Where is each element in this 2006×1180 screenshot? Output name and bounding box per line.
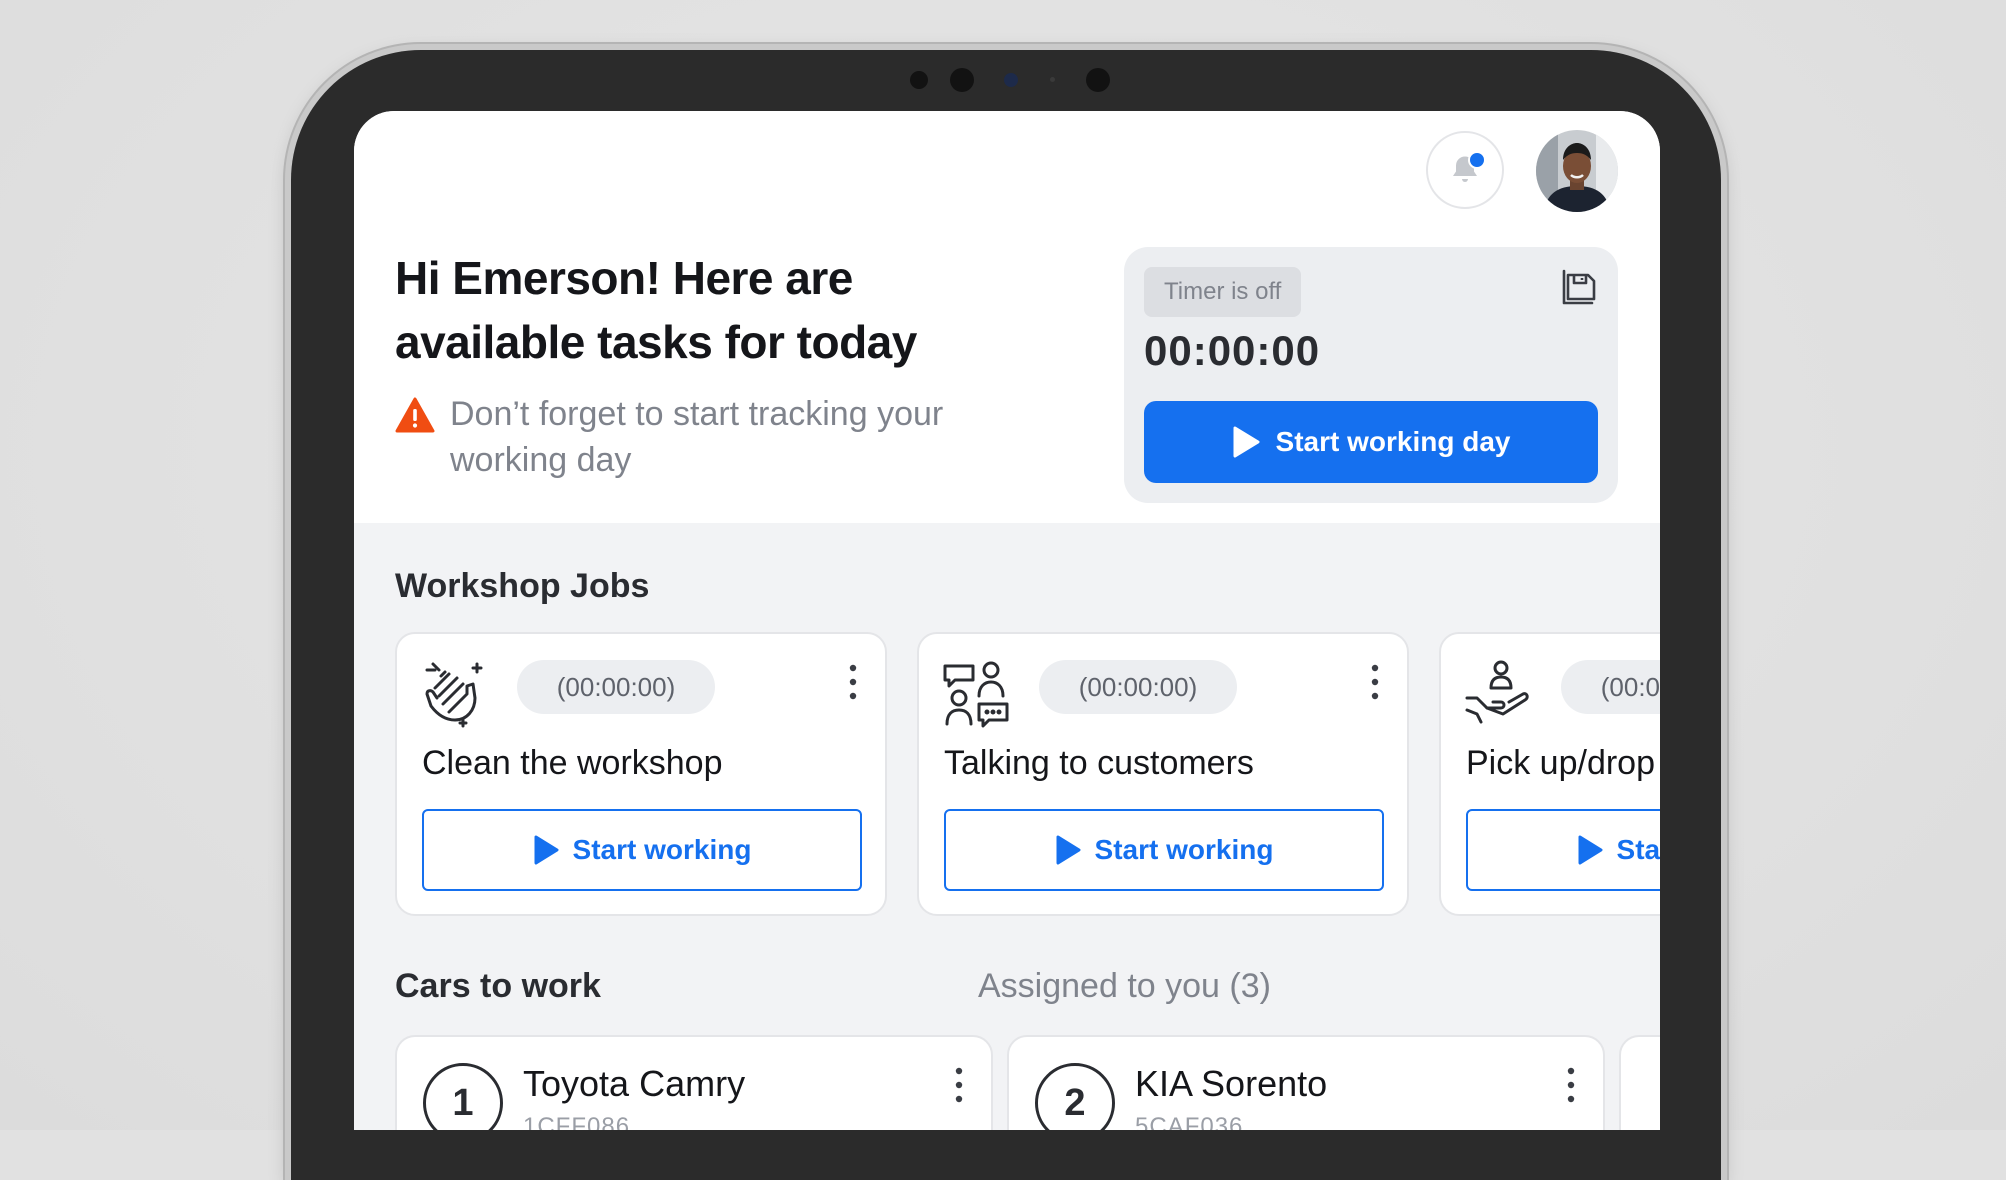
warning-triangle-icon	[395, 397, 435, 433]
save-icon[interactable]	[1562, 267, 1600, 305]
notifications-button[interactable]	[1426, 131, 1504, 209]
timer-value: 00:00:00	[1144, 327, 1321, 374]
more-options-icon[interactable]	[841, 662, 865, 702]
job-timer: (00:00:00)	[1561, 660, 1660, 714]
avatar-image	[1536, 130, 1618, 212]
start-working-label: Start working	[1094, 834, 1274, 865]
camera-sensor	[910, 71, 928, 89]
car-card[interactable]	[1619, 1035, 1660, 1130]
camera-lens	[1004, 73, 1018, 87]
car-card[interactable]: 1 Toyota Camry 1CFF086	[395, 1035, 993, 1130]
car-card[interactable]: 2 KIA Sorento 5CAF036	[1007, 1035, 1605, 1130]
job-card: (00:00:00) Pick up/drop off Start workin…	[1439, 632, 1660, 916]
more-options-icon[interactable]	[947, 1065, 971, 1105]
notification-dot	[1468, 151, 1486, 169]
car-name: KIA Sorento	[1135, 1063, 1328, 1104]
camera-sensor	[1050, 77, 1055, 82]
user-avatar[interactable]	[1536, 130, 1618, 212]
start-working-label: Start working	[1616, 834, 1660, 865]
more-options-icon[interactable]	[1559, 1065, 1583, 1105]
play-icon	[1578, 835, 1603, 865]
job-title: Talking to customers	[944, 744, 1254, 782]
job-timer: (00:00:00)	[1039, 660, 1237, 714]
play-icon	[534, 835, 559, 865]
job-title: Pick up/drop off	[1466, 744, 1660, 782]
car-number: 1	[423, 1063, 503, 1130]
job-card: (00:00:00) Talking to customers Start wo…	[917, 632, 1409, 916]
pickup-drop-icon	[1465, 660, 1529, 724]
talking-customers-icon	[943, 661, 1009, 728]
app-screen: Hi Emerson! Here are available tasks for…	[354, 111, 1660, 1130]
start-working-label: Start working	[572, 834, 752, 865]
timer-card: Timer is off 00:00:00 Start working day	[1124, 247, 1618, 503]
greeting-title: Hi Emerson! Here are available tasks for…	[395, 252, 917, 368]
cars-to-work-title: Cars to work	[395, 967, 601, 1005]
start-working-button[interactable]: Start working	[944, 809, 1384, 891]
start-working-button[interactable]: Start working	[422, 809, 862, 891]
clean-hands-icon	[425, 662, 483, 728]
more-options-icon[interactable]	[1363, 662, 1387, 702]
start-working-day-button[interactable]: Start working day	[1144, 401, 1598, 483]
camera-sensor	[950, 68, 974, 92]
car-plate: 1CFF086	[523, 1113, 631, 1130]
workshop-jobs-title: Workshop Jobs	[395, 567, 650, 605]
play-icon	[1056, 835, 1081, 865]
car-number: 2	[1035, 1063, 1115, 1130]
job-title: Clean the workshop	[422, 744, 723, 782]
job-timer: (00:00:00)	[517, 660, 715, 714]
camera-sensor	[1086, 68, 1110, 92]
tracking-reminder-text: Don’t forget to start tracking your work…	[450, 395, 944, 479]
job-card: (00:00:00) Clean the workshop Start work…	[395, 632, 887, 916]
header-area: Hi Emerson! Here are available tasks for…	[354, 111, 1660, 523]
cars-assigned-subtitle: Assigned to you (3)	[978, 967, 1271, 1005]
start-working-button[interactable]: Start working	[1466, 809, 1660, 891]
timer-status-badge: Timer is off	[1144, 267, 1302, 317]
car-plate: 5CAF036	[1135, 1113, 1244, 1130]
car-name: Toyota Camry	[523, 1063, 746, 1104]
start-working-day-label: Start working day	[1275, 426, 1511, 457]
play-icon	[1233, 426, 1260, 458]
